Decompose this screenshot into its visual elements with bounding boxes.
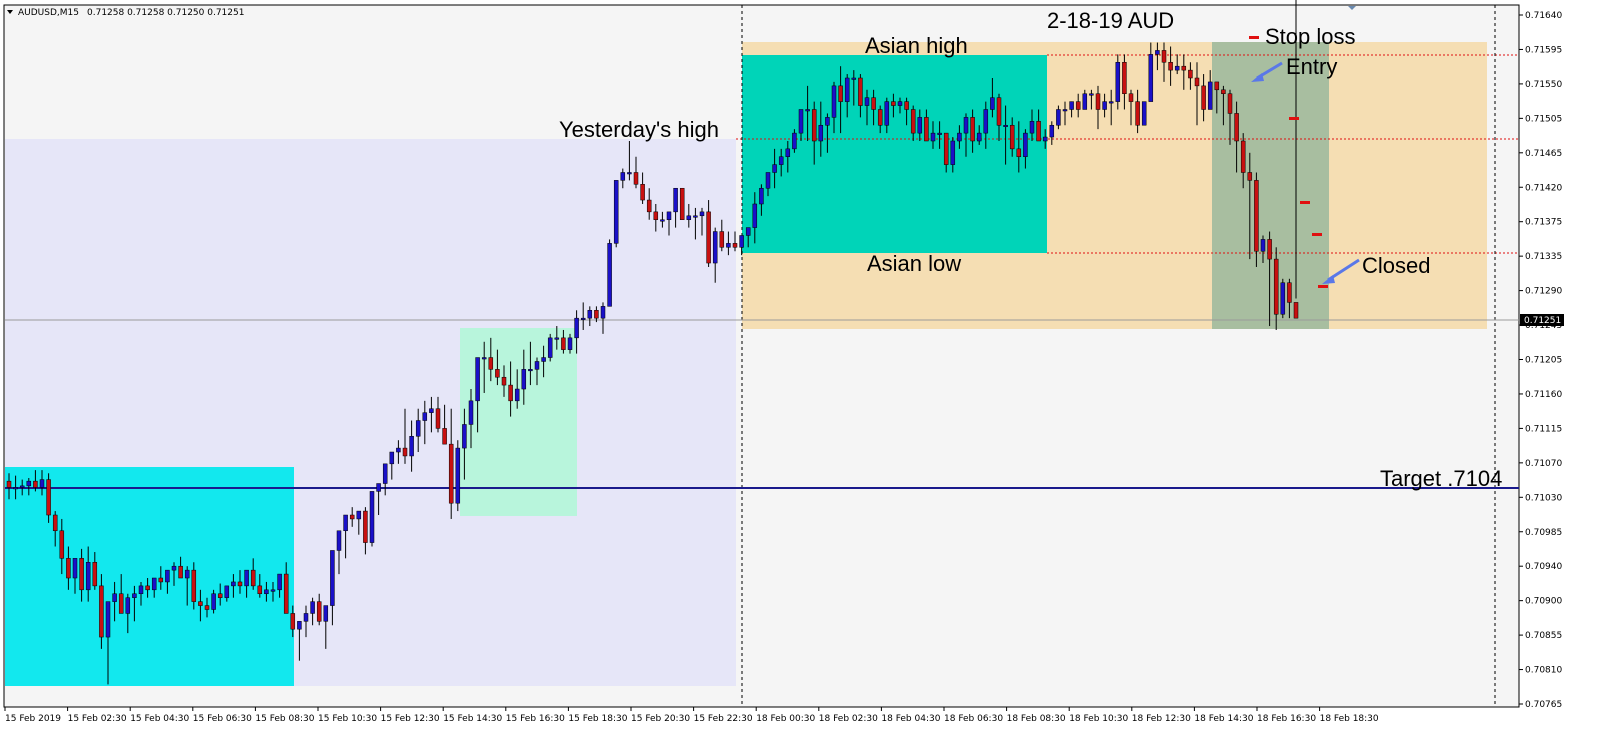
y-tick-label: 0.71335: [1525, 252, 1562, 262]
y-tick-label: 0.70900: [1525, 597, 1562, 607]
y-tick-label: 0.71070: [1525, 459, 1562, 469]
y-tick-label: 0.70985: [1525, 528, 1562, 538]
bull-candle: [1141, 101, 1147, 126]
x-tick-label: 18 Feb 04:30: [881, 714, 940, 724]
x-tick-label: 18 Feb 16:30: [1257, 714, 1316, 724]
x-tick-label: 18 Feb 08:30: [1007, 714, 1066, 724]
y-tick-label: 0.70765: [1525, 700, 1562, 710]
bear-candle: [679, 187, 685, 220]
y-tick-label: 0.71290: [1525, 287, 1562, 297]
closed-label: Closed: [1362, 253, 1430, 278]
x-tick-label: 18 Feb 02:30: [819, 714, 878, 724]
bull-candle: [1280, 278, 1286, 319]
x-tick-label: 15 Feb 16:30: [506, 714, 565, 724]
y-tick-label: 0.71115: [1525, 424, 1562, 434]
y-tick-label: 0.71205: [1525, 356, 1562, 366]
x-tick-label: 15 Feb 18:30: [568, 714, 627, 724]
x-tick-label: 18 Feb 18:30: [1320, 714, 1379, 724]
bull-candle: [369, 491, 375, 547]
bull-candle: [607, 239, 612, 307]
stop-marker: [1249, 36, 1259, 39]
price-chart[interactable]: 2-18-19 AUD Asian high Asian low Yesterd…: [0, 0, 1600, 747]
target-label: Target .7104: [1380, 466, 1502, 491]
y-tick-label: 0.70940: [1525, 562, 1562, 572]
chart-window[interactable]: 2-18-19 AUD Asian high Asian low Yesterd…: [0, 0, 1600, 747]
x-tick-label: 15 Feb 04:30: [130, 714, 189, 724]
chart-title: 2-18-19 AUD: [1047, 8, 1174, 33]
y-tick-label: 0.71595: [1525, 45, 1562, 55]
x-tick-label: 15 Feb 06:30: [193, 714, 252, 724]
symbol-label: AUDUSD,M15: [18, 8, 79, 18]
asian-low-label: Asian low: [867, 251, 961, 276]
stop-marker: [1300, 201, 1310, 204]
x-tick-label: 18 Feb 14:30: [1194, 714, 1253, 724]
y-tick-label: 0.71640: [1525, 11, 1562, 21]
y-tick-label: 0.71550: [1525, 80, 1562, 90]
y-tick-label: 0.70810: [1525, 666, 1562, 676]
y-tick-label: 0.71420: [1525, 183, 1562, 193]
x-tick-label: 15 Feb 08:30: [255, 714, 314, 724]
x-tick-label: 15 Feb 10:30: [318, 714, 377, 724]
trade-window-box: [1212, 42, 1329, 329]
y-tick-label: 0.71375: [1525, 218, 1562, 228]
price-axis: 0.71640 0.71595 0.71550 0.71505 0.71465 0.714…: [1519, 11, 1562, 710]
x-tick-label: 18 Feb 12:30: [1132, 714, 1191, 724]
current-price-tag-text: 0.71251: [1524, 316, 1561, 326]
asian-high-label: Asian high: [865, 33, 968, 58]
x-tick-label: 15 Feb 2019: [5, 714, 61, 724]
stop-marker: [1318, 285, 1328, 288]
x-tick-label: 15 Feb 14:30: [443, 714, 502, 724]
stop-loss-label: Stop loss: [1265, 24, 1356, 49]
entry-label: Entry: [1286, 54, 1337, 79]
y-tick-label: 0.71465: [1525, 149, 1562, 159]
x-tick-label: 15 Feb 02:30: [68, 714, 127, 724]
y-tick-label: 0.71030: [1525, 493, 1562, 503]
bull-candle: [1115, 54, 1121, 110]
stop-marker: [1289, 117, 1299, 120]
x-tick-label: 18 Feb 10:30: [1069, 714, 1128, 724]
yesterdays-high-label: Yesterday's high: [559, 117, 719, 142]
bull-candle: [613, 180, 619, 248]
x-tick-label: 15 Feb 20:30: [631, 714, 690, 724]
y-tick-label: 0.71160: [1525, 390, 1562, 400]
x-tick-label: 15 Feb 22:30: [694, 714, 753, 724]
bull-candle: [455, 440, 461, 512]
y-tick-label: 0.70855: [1525, 631, 1562, 641]
x-tick-label: 18 Feb 00:30: [756, 714, 815, 724]
bull-candle: [547, 333, 553, 362]
x-tick-label: 15 Feb 12:30: [381, 714, 440, 724]
stop-marker: [1312, 233, 1322, 236]
y-tick-label: 0.71505: [1525, 114, 1562, 124]
ohlc-label: 0.71258 0.71258 0.71250 0.71251: [87, 8, 244, 18]
x-tick-label: 18 Feb 06:30: [944, 714, 1003, 724]
